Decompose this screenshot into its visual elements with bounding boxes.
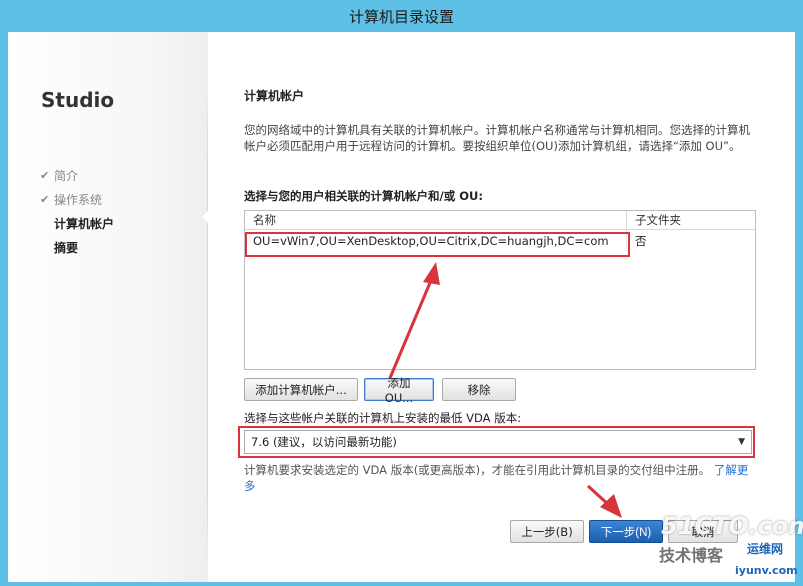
add-ou-button[interactable]: 添加 OU... <box>364 376 434 405</box>
table-actions: 添加计算机帐户... 添加 OU... 移除 <box>244 376 516 405</box>
add-computer-account-button[interactable]: 添加计算机帐户... <box>244 378 358 401</box>
vda-note-text: 计算机要求安装选定的 VDA 版本(或更高版本)，才能在引用此计算机目录的交付组… <box>244 463 711 477</box>
watermark-sub: 运维网 <box>747 542 784 556</box>
column-header-subfolder[interactable]: 子文件夹 <box>627 211 755 229</box>
next-button[interactable]: 下一步(N) <box>589 520 663 543</box>
app-name: Studio <box>41 88 115 112</box>
section-title: 计算机帐户 <box>244 89 305 103</box>
remove-button[interactable]: 移除 <box>442 378 516 401</box>
column-header-name[interactable]: 名称 <box>245 211 627 229</box>
vda-selected-value: 7.6 (建议，以访问最新功能) <box>251 435 397 449</box>
wizard-steps: ✔ 简介 ✔ 操作系统 计算机帐户 摘要 <box>40 164 114 260</box>
sidebar: Studio ✔ 简介 ✔ 操作系统 计算机帐户 摘要 <box>8 32 208 582</box>
watermark-logo: 51CTO.com <box>661 512 803 540</box>
check-icon: ✔ <box>40 193 50 206</box>
dropdown-arrow-icon[interactable]: ▼ <box>738 431 745 453</box>
sidebar-divider <box>207 92 208 562</box>
window-title: 计算机目录设置 <box>348 7 454 26</box>
check-icon: ✔ <box>40 169 50 182</box>
step-computer-accounts: 计算机帐户 <box>54 217 115 231</box>
step-summary: 摘要 <box>54 241 79 255</box>
section-description: 您的网络域中的计算机具有关联的计算机帐户。计算机帐户名称通常与计算机相同。您选择… <box>244 123 750 153</box>
row-highlight-box <box>245 232 630 257</box>
step-intro: ✔ 简介 <box>40 164 114 188</box>
site-watermark: 51CTO.com 技术博客 运维网 iyunv.com <box>655 508 803 586</box>
accounts-table[interactable]: 名称 子文件夹 OU=vWin7,OU=XenDesktop,OU=Citrix… <box>244 210 756 370</box>
vda-version-select[interactable]: 7.6 (建议，以访问最新功能) ▼ <box>244 430 752 454</box>
watermark-url: iyunv.com <box>735 564 798 577</box>
window-titlebar: 计算机目录设置 <box>0 0 803 32</box>
table-header: 名称 子文件夹 <box>245 211 755 230</box>
accounts-list-label: 选择与您的用户相关联的计算机帐户和/或 OU: <box>244 189 483 203</box>
dialog-window: Studio ✔ 简介 ✔ 操作系统 计算机帐户 摘要 计算机帐户 您的网络域中… <box>8 32 795 582</box>
main-content: 计算机帐户 您的网络域中的计算机具有关联的计算机帐户。计算机帐户名称通常与计算机… <box>238 32 774 582</box>
vda-version-label: 选择与这些帐户关联的计算机上安装的最低 VDA 版本: <box>244 411 522 425</box>
vda-note: 计算机要求安装选定的 VDA 版本(或更高版本)，才能在引用此计算机目录的交付组… <box>244 462 756 494</box>
back-button[interactable]: 上一步(B) <box>510 520 584 543</box>
active-step-pointer <box>202 210 209 224</box>
watermark-text: 技术博客 <box>659 546 724 565</box>
step-os: ✔ 操作系统 <box>40 188 114 212</box>
row-subfolder-cell: 否 <box>635 234 647 248</box>
